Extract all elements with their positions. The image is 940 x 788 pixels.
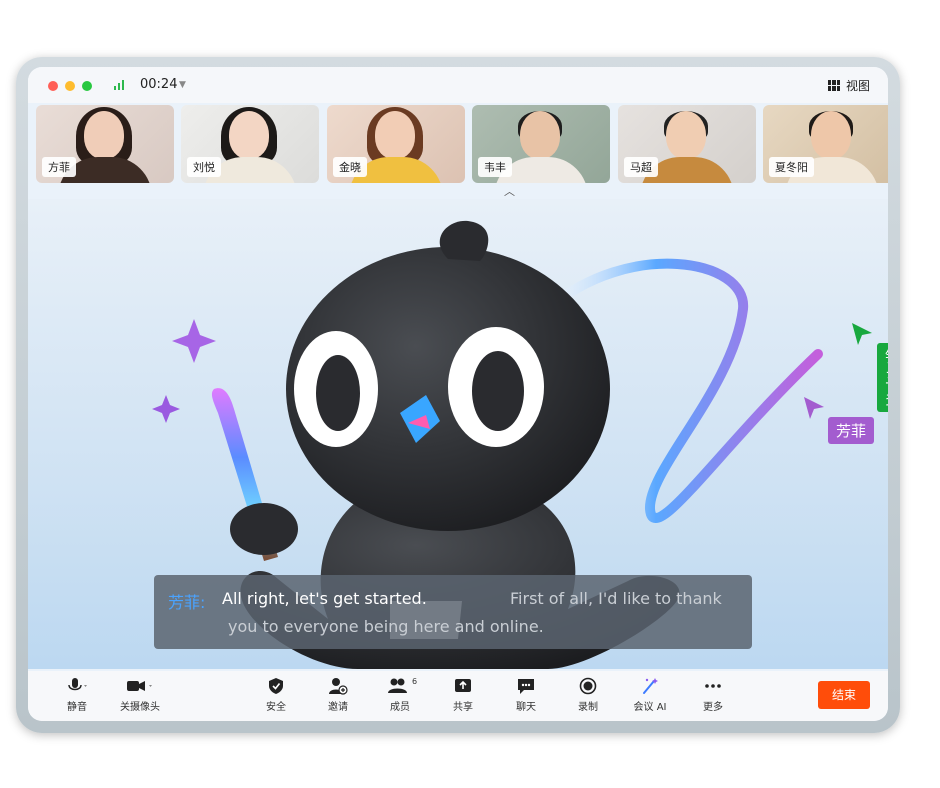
chat-icon [518,679,534,694]
share-button[interactable]: 共享 [445,677,481,713]
sparkle-icon [172,319,216,363]
toolbar-label: 聊天 [516,702,536,713]
ai-wand-icon [643,678,658,694]
remote-cursor-icon [804,397,824,419]
maximize-window-button[interactable] [82,81,92,91]
members-icon [388,678,407,693]
chevron-down-icon[interactable]: ▼ [179,80,186,90]
end-meeting-button[interactable]: 结束 [818,681,870,709]
view-button-label: 视图 [845,79,870,93]
participant-tile[interactable]: 韦丰 [472,105,610,183]
participant-tile[interactable]: 夏冬阳 [763,105,888,183]
participant-strip: 方菲 刘悦 金晓 韦丰 马超 夏冬阳 [36,105,888,183]
view-button[interactable]: 视图 [827,77,870,94]
add-user-icon [329,678,348,695]
members-button[interactable]: 6 成员 [382,677,418,713]
participant-tile[interactable]: 方菲 [36,105,174,183]
close-window-button[interactable] [48,81,58,91]
mascot-tuft [439,220,489,261]
toolbar-label: 安全 [266,702,286,713]
participant-tile[interactable]: 马超 [618,105,756,183]
caption-text: First of all, I'd like to thank [510,589,722,608]
grid-view-icon [827,80,840,91]
record-button[interactable]: 录制 [570,677,606,713]
minimize-window-button[interactable] [65,81,75,91]
participant-name: 夏冬阳 [769,157,814,177]
remote-cursor-label: 芳菲 [828,417,875,444]
toolbar-label: 邀请 [328,702,348,713]
meeting-window: 00:24 ▼ 视图 方菲 刘悦 金晓 韦丰 马超 夏冬阳 ︿ 芳菲 芳菲: A… [28,67,888,721]
shield-icon [269,678,283,694]
title-bar: 00:24 ▼ 视图 [28,67,888,103]
participant-name: 方菲 [42,157,76,177]
members-count-badge: 6 [412,677,418,686]
participant-tile[interactable]: 金晓 [327,105,465,183]
participant-tile[interactable]: 刘悦 [181,105,319,183]
meeting-timer[interactable]: 00:24 [140,77,177,92]
camera-button[interactable]: 关摄像头 [108,677,172,713]
signal-strength-icon [114,80,126,90]
collapse-strip-icon[interactable]: ︿ [504,183,515,199]
toolbar-label: 成员 [390,702,410,713]
toolbar-label: 录制 [578,702,598,713]
sparkle-icon [152,395,180,423]
caption-text: All right, let's get started. [222,589,427,608]
participant-name: 马超 [624,157,658,177]
toolbar-label: 关摄像头 [120,702,160,713]
microphone-icon [68,678,87,691]
mute-button[interactable]: 静音 [52,677,102,713]
caption-speaker: 芳菲: [168,593,206,612]
mascot-hand [230,503,298,555]
security-button[interactable]: 安全 [258,677,294,713]
participant-name: 金晓 [333,157,367,177]
caption-text: you to everyone being here and online. [228,617,544,636]
invite-button[interactable]: 邀请 [320,677,356,713]
more-button[interactable]: 更多 [695,677,731,713]
participant-name: 刘悦 [187,157,221,177]
toolbar-label: 更多 [703,702,723,713]
share-icon [455,679,471,692]
meeting-ai-button[interactable]: 会议 AI [628,677,672,713]
remote-cursor-label: 钉三多 [877,343,888,412]
toolbar-label: 会议 AI [633,702,667,713]
remote-cursor-icon [852,323,872,345]
participant-name: 韦丰 [478,157,512,177]
live-caption-box: 芳菲: All right, let's get started. First … [154,575,752,649]
camera-icon [127,681,152,691]
meeting-toolbar: 静音 关摄像头 安全 邀请 6 成员 共享 聊天 录制 会议 AI 更多 结束 [28,671,888,721]
toolbar-label: 静音 [67,702,87,713]
chat-button[interactable]: 聊天 [508,677,544,713]
more-icon [705,684,721,688]
toolbar-label: 共享 [453,702,473,713]
record-icon [579,677,597,695]
